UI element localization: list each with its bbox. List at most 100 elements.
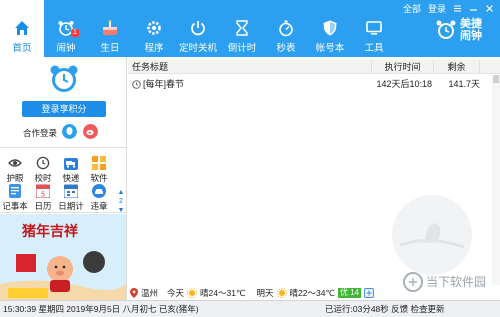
tool-time-sync[interactable]: 校时 bbox=[30, 156, 56, 183]
nav-birthday[interactable]: 生日 bbox=[88, 0, 132, 57]
tool-label: 软件 bbox=[90, 173, 108, 183]
car-icon bbox=[92, 184, 106, 198]
scrollbar-thumb[interactable] bbox=[493, 75, 499, 83]
pager-up-icon[interactable]: ▲ bbox=[117, 188, 125, 197]
tool-label: 记事本 bbox=[2, 201, 28, 211]
brand-logo: 美捷 闹钟 bbox=[436, 18, 482, 42]
task-clock-icon bbox=[132, 79, 141, 89]
tool-express[interactable]: 快递 bbox=[58, 156, 84, 183]
tool-violation[interactable]: 违章 bbox=[86, 184, 112, 211]
status-runtime[interactable]: 已运行:03分48秒 反馈 检查更新 bbox=[325, 301, 445, 317]
login-link[interactable]: 登录 bbox=[428, 2, 446, 15]
tool-eye-care[interactable]: 护眼 bbox=[2, 156, 28, 183]
alarm-clock-icon bbox=[50, 65, 78, 92]
alarm-badge: 1 bbox=[71, 29, 79, 37]
nav-shutdown[interactable]: 定时关机 bbox=[176, 0, 220, 57]
divider bbox=[0, 212, 126, 213]
divider bbox=[0, 147, 126, 148]
location-pin-icon bbox=[130, 287, 138, 298]
tool-notepad[interactable]: 记事本 bbox=[2, 184, 28, 211]
hourglass-icon bbox=[236, 20, 248, 36]
nav-label: 首页 bbox=[12, 43, 32, 54]
weather-city[interactable]: 温州 bbox=[141, 287, 158, 299]
pig-mascot-illustration: 猪年吉祥 bbox=[0, 214, 126, 300]
brand-clock-icon bbox=[436, 20, 456, 39]
eye-icon bbox=[8, 159, 22, 167]
nav-label: 秒表 bbox=[276, 43, 296, 54]
window-controls: 全部 登录 bbox=[403, 2, 494, 15]
weather-settings-icon[interactable] bbox=[364, 287, 375, 298]
stopwatch-icon bbox=[279, 20, 293, 37]
status-bar: 15:30:39 星期四 2019年9月5日 八月初七 已亥(猪年) 已运行:0… bbox=[0, 300, 500, 317]
task-title: [每年]春节 bbox=[143, 79, 185, 89]
menu-all-link[interactable]: 全部 bbox=[403, 2, 421, 15]
calendar-icon: 5 bbox=[36, 184, 50, 198]
tool-calendar[interactable]: 5 日历 bbox=[30, 184, 56, 211]
gear-icon bbox=[147, 21, 161, 35]
task-table-header: 任务标题 执行时间 剩余 bbox=[128, 60, 500, 74]
sunny-icon bbox=[276, 287, 287, 298]
date-calc-icon bbox=[64, 184, 78, 198]
top-toolbar: 首页 1 闹钟 生日 程序 定时关机 倒计时 秒表 帐号本 工具 全部 登录 美… bbox=[0, 0, 500, 57]
cake-icon bbox=[103, 20, 117, 35]
nav-alarm[interactable]: 1 闹钟 bbox=[44, 0, 88, 57]
nav-stopwatch[interactable]: 秒表 bbox=[264, 0, 308, 57]
grid-pager: ▲ 2 ▼ bbox=[117, 188, 125, 215]
nav-accounts[interactable]: 帐号本 bbox=[308, 0, 352, 57]
weather-tomorrow-label: 明天 bbox=[256, 287, 274, 298]
banner-title: 猪年吉祥 bbox=[21, 223, 78, 240]
task-panel: 任务标题 执行时间 剩余 [每年]春节 142天后10:18 141.7天 温州… bbox=[128, 57, 500, 300]
table-row[interactable]: [每年]春节 142天后10:18 141.7天 bbox=[128, 77, 490, 91]
qq-icon[interactable] bbox=[62, 124, 77, 139]
coop-login-label: 合作登录 bbox=[23, 128, 58, 138]
svg-text:猪年吉祥: 猪年吉祥 bbox=[21, 223, 78, 240]
close-icon[interactable] bbox=[485, 4, 494, 13]
task-scrollbar[interactable] bbox=[492, 75, 500, 285]
nav-label: 工具 bbox=[364, 43, 384, 54]
tool-label: 日期计 bbox=[58, 201, 84, 211]
column-title[interactable]: 任务标题 bbox=[128, 60, 372, 73]
minimize-icon[interactable] bbox=[469, 4, 478, 13]
nav-label: 帐号本 bbox=[315, 43, 345, 54]
new-year-banner[interactable]: 猪年吉祥 bbox=[0, 214, 126, 300]
power-icon bbox=[191, 21, 205, 36]
nav-program[interactable]: 程序 bbox=[132, 0, 176, 57]
sunny-icon bbox=[187, 287, 198, 298]
task-remaining: 141.7天 bbox=[448, 79, 480, 89]
svg-text:5: 5 bbox=[41, 191, 45, 199]
tool-label: 护眼 bbox=[6, 173, 24, 183]
svg-text:当下软件园: 当下软件园 bbox=[426, 275, 486, 289]
page-number: 2 bbox=[119, 198, 123, 205]
aqi-badge: 优 14 bbox=[337, 287, 362, 298]
nav-label: 倒计时 bbox=[227, 43, 257, 54]
nav-countdown[interactable]: 倒计时 bbox=[220, 0, 264, 57]
nav-tools[interactable]: 工具 bbox=[352, 0, 396, 57]
header-spacer bbox=[480, 60, 500, 73]
nav-home[interactable]: 首页 bbox=[0, 0, 44, 57]
task-title-cell: [每年]春节 bbox=[128, 77, 372, 91]
weather-today-desc: 晴24～31℃ bbox=[200, 287, 246, 298]
nav-label: 闹钟 bbox=[56, 43, 76, 54]
brand-name-line1: 美捷 bbox=[460, 18, 482, 30]
downxia-watermark: 当下软件园 bbox=[403, 272, 486, 292]
status-datetime: 15:30:39 星期四 2019年9月5日 八月初七 已亥(猪年) bbox=[3, 304, 199, 314]
login-points-button[interactable]: 登录享积分 bbox=[22, 101, 106, 117]
nav-label: 程序 bbox=[144, 43, 164, 54]
column-remaining[interactable]: 剩余 bbox=[434, 60, 480, 73]
main-nav: 首页 1 闹钟 生日 程序 定时关机 倒计时 秒表 帐号本 工具 bbox=[0, 0, 396, 57]
home-icon bbox=[15, 21, 29, 35]
tool-label: 快递 bbox=[62, 173, 80, 183]
menu-icon[interactable] bbox=[453, 4, 462, 13]
truck-icon bbox=[64, 158, 78, 170]
brand-name-line2: 闹钟 bbox=[460, 30, 482, 42]
weibo-icon[interactable] bbox=[83, 124, 98, 139]
column-exec-time[interactable]: 执行时间 bbox=[372, 60, 434, 73]
tool-software[interactable]: 软件 bbox=[86, 156, 112, 183]
tool-label: 违章 bbox=[90, 201, 108, 211]
task-exec-time: 142天后10:18 bbox=[376, 79, 432, 89]
monitor-icon bbox=[366, 21, 382, 35]
weather-today-label: 今天 bbox=[167, 287, 185, 298]
tool-label: 日历 bbox=[34, 201, 52, 211]
tool-date-calculator[interactable]: 日期计 bbox=[58, 184, 84, 211]
apps-icon bbox=[92, 156, 106, 170]
